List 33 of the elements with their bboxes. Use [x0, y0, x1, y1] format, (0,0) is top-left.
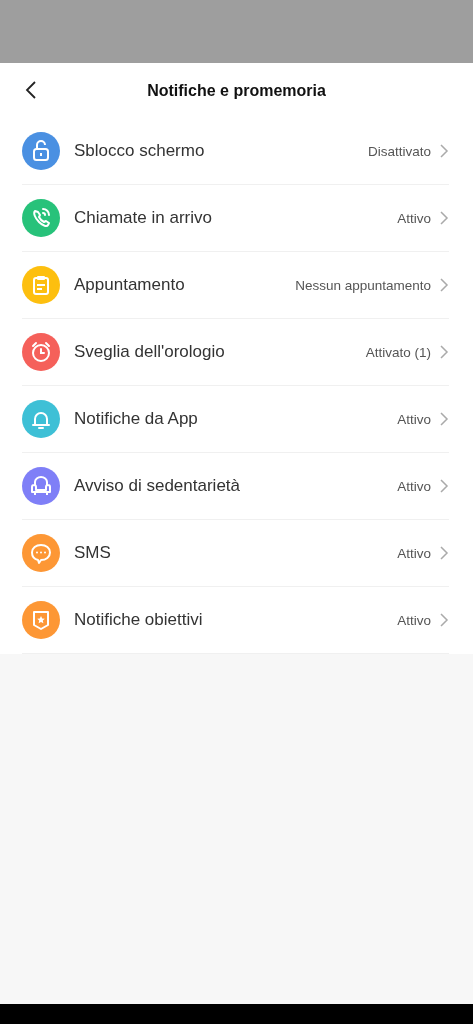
row-value: Nessun appuntamento [295, 277, 431, 293]
chevron-icon [439, 612, 449, 628]
row-value: Attivo [397, 411, 431, 427]
settings-row[interactable]: Sveglia dell'orologio Attivato (1) [22, 319, 449, 386]
chevron-icon [439, 545, 449, 561]
row-value: Attivo [397, 545, 431, 561]
chevron-icon [439, 478, 449, 494]
settings-row[interactable]: Notifiche obiettivi Attivo [22, 587, 449, 654]
row-label: Avviso di sedentarietà [74, 476, 241, 496]
row-value: Attivato (1) [365, 344, 431, 360]
row-label: Notifiche obiettivi [74, 610, 204, 630]
chevron-icon [439, 143, 449, 159]
row-label: Sveglia dell'orologio [74, 342, 226, 362]
row-value: Attivo [397, 612, 431, 628]
chevron-icon [439, 344, 449, 360]
row-value: Attivo [397, 210, 431, 226]
row-label: Appuntamento [74, 275, 186, 295]
settings-row[interactable]: SMS Attivo [22, 520, 449, 587]
settings-row[interactable]: Notifiche da App Attivo [22, 386, 449, 453]
row-label: SMS [74, 543, 112, 563]
row-label: Notifiche da App [74, 409, 199, 429]
row-value: Disattivato [367, 143, 431, 159]
settings-row[interactable]: Appuntamento Nessun appuntamento [22, 252, 449, 319]
settings-row[interactable]: Chiamate in arrivo Attivo [22, 185, 449, 252]
chevron-icon [439, 277, 449, 293]
settings-row[interactable]: Avviso di sedentarietà Attivo [22, 453, 449, 520]
row-value: Attivo [397, 478, 431, 494]
chevron-icon [439, 210, 449, 226]
chevron-icon [439, 411, 449, 427]
page-title: Notifiche e promemoria [147, 81, 326, 100]
row-label: Sblocco schermo [74, 141, 206, 161]
settings-row[interactable]: Sblocco schermo Disattivato [22, 118, 449, 185]
row-label: Chiamate in arrivo [74, 208, 213, 228]
